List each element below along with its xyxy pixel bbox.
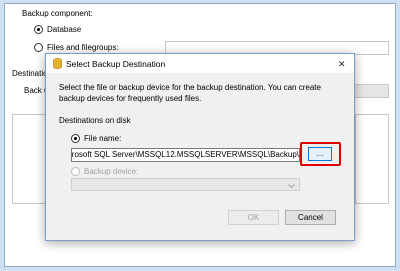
database-radio[interactable] [34,25,43,34]
chevron-down-icon [288,182,295,191]
file-path-input[interactable]: rosoft SQL Server\MSSQL12.MSSQLSERVER\MS… [71,148,300,162]
backup-device-dropdown[interactable] [71,178,300,191]
destination-list-right [355,114,389,204]
close-icon[interactable]: ✕ [338,59,346,69]
files-filegroups-label: Files and filegroups: [47,43,119,52]
destination-label: Destinatio [12,69,48,78]
dialog-description: Select the file or backup device for the… [59,83,321,103]
file-name-label: File name: [84,134,122,143]
select-backup-destination-dialog: Select Backup Destination ✕ Select the f… [45,53,355,241]
backup-device-label: Backup device: [84,167,139,176]
files-filegroups-radio[interactable] [34,43,43,52]
destination-list[interactable] [12,114,46,204]
database-icon [53,58,62,71]
file-path-value: rosoft SQL Server\MSSQL12.MSSQLSERVER\MS… [71,150,299,159]
backup-device-radio[interactable] [71,167,80,176]
backup-component-label: Backup component: [22,9,93,18]
dialog-titlebar: Select Backup Destination ✕ [46,54,354,73]
cancel-button[interactable]: Cancel [285,210,336,225]
ok-button[interactable]: OK [228,210,279,225]
destinations-on-disk-label: Destinations on disk [59,116,131,125]
browse-button[interactable]: ... [308,147,332,161]
file-name-radio[interactable] [71,134,80,143]
dialog-title: Select Backup Destination [66,59,166,69]
database-label: Database [47,25,82,34]
